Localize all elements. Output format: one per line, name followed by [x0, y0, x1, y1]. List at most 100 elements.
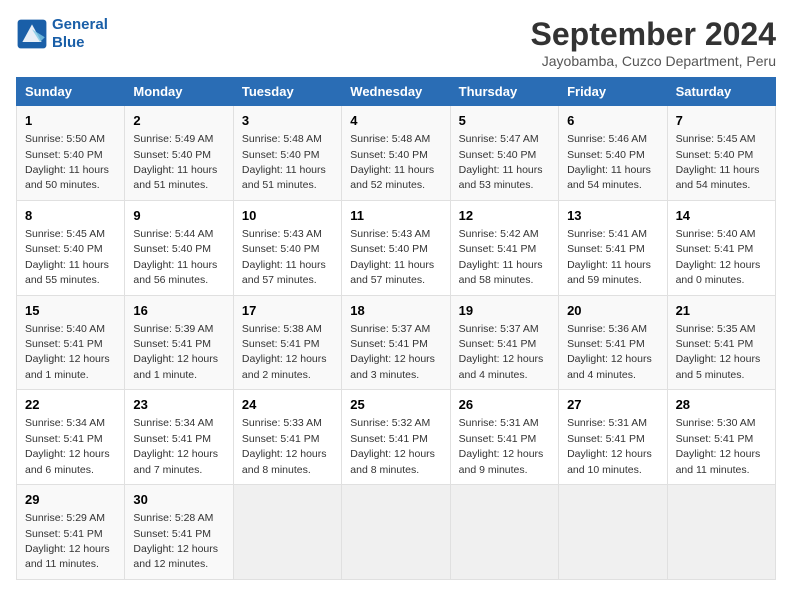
- calendar-cell: 24Sunrise: 5:33 AMSunset: 5:41 PMDayligh…: [233, 390, 341, 485]
- day-number: 8: [25, 207, 116, 225]
- day-info: Sunrise: 5:38 AMSunset: 5:41 PMDaylight:…: [242, 323, 327, 381]
- calendar-cell: [233, 485, 341, 580]
- calendar-cell: 22 Sunrise: 5:34 AMSunset: 5:41 PMDayligh…: [17, 390, 125, 485]
- calendar-cell: 30 Sunrise: 5:28 AMSunset: 5:41 PMDayligh…: [125, 485, 234, 580]
- day-info: Sunrise: 5:50 AMSunset: 5:40 PMDaylight:…: [25, 133, 109, 191]
- day-info: Sunrise: 5:42 AMSunset: 5:41 PMDaylight:…: [459, 228, 543, 286]
- title-block: September 2024 Jayobamba, Cuzco Departme…: [531, 16, 776, 69]
- day-info: Sunrise: 5:29 AMSunset: 5:41 PMDaylight:…: [25, 512, 110, 570]
- calendar-header-row: SundayMondayTuesdayWednesdayThursdayFrid…: [17, 78, 776, 106]
- day-info: Sunrise: 5:40 AMSunset: 5:41 PMDaylight:…: [25, 323, 110, 381]
- day-number: 3: [242, 112, 333, 130]
- month-title: September 2024: [531, 16, 776, 53]
- calendar-cell: 26Sunrise: 5:31 AMSunset: 5:41 PMDayligh…: [450, 390, 558, 485]
- day-number: 29: [25, 491, 116, 509]
- day-info: Sunrise: 5:34 AMSunset: 5:41 PMDaylight:…: [133, 417, 218, 475]
- day-info: Sunrise: 5:36 AMSunset: 5:41 PMDaylight:…: [567, 323, 652, 381]
- calendar-cell: 20 Sunrise: 5:36 AMSunset: 5:41 PMDayligh…: [559, 295, 668, 390]
- calendar-cell: 9 Sunrise: 5:44 AMSunset: 5:40 PMDaylight…: [125, 200, 234, 295]
- day-info: Sunrise: 5:31 AMSunset: 5:41 PMDaylight:…: [567, 417, 652, 475]
- day-info: Sunrise: 5:47 AMSunset: 5:40 PMDaylight:…: [459, 133, 543, 191]
- day-number: 19: [459, 302, 550, 320]
- day-info: Sunrise: 5:48 AMSunset: 5:40 PMDaylight:…: [242, 133, 326, 191]
- day-number: 23: [133, 396, 225, 414]
- day-info: Sunrise: 5:34 AMSunset: 5:41 PMDaylight:…: [25, 417, 110, 475]
- day-info: Sunrise: 5:46 AMSunset: 5:40 PMDaylight:…: [567, 133, 651, 191]
- calendar-cell: 17 Sunrise: 5:38 AMSunset: 5:41 PMDayligh…: [233, 295, 341, 390]
- day-number: 9: [133, 207, 225, 225]
- day-number: 17: [242, 302, 333, 320]
- day-number: 27: [567, 396, 659, 414]
- day-info: Sunrise: 5:43 AMSunset: 5:40 PMDaylight:…: [350, 228, 434, 286]
- logo-blue: Blue: [52, 34, 108, 52]
- calendar-cell: 23 Sunrise: 5:34 AMSunset: 5:41 PMDayligh…: [125, 390, 234, 485]
- calendar-cell: [342, 485, 450, 580]
- logo-icon: [16, 18, 48, 50]
- day-info: Sunrise: 5:28 AMSunset: 5:41 PMDaylight:…: [133, 512, 218, 570]
- day-number: 26: [459, 396, 550, 414]
- calendar-cell: [667, 485, 775, 580]
- calendar-cell: 15Sunrise: 5:40 AMSunset: 5:41 PMDayligh…: [17, 295, 125, 390]
- col-header-tuesday: Tuesday: [233, 78, 341, 106]
- day-number: 25: [350, 396, 441, 414]
- day-info: Sunrise: 5:49 AMSunset: 5:40 PMDaylight:…: [133, 133, 217, 191]
- calendar-cell: 4Sunrise: 5:48 AMSunset: 5:40 PMDaylight…: [342, 106, 450, 201]
- day-info: Sunrise: 5:45 AMSunset: 5:40 PMDaylight:…: [25, 228, 109, 286]
- calendar-cell: 28Sunrise: 5:30 AMSunset: 5:41 PMDayligh…: [667, 390, 775, 485]
- day-number: 7: [676, 112, 767, 130]
- calendar-cell: 2 Sunrise: 5:49 AMSunset: 5:40 PMDaylight…: [125, 106, 234, 201]
- calendar-cell: 3 Sunrise: 5:48 AMSunset: 5:40 PMDaylight…: [233, 106, 341, 201]
- location-subtitle: Jayobamba, Cuzco Department, Peru: [531, 53, 776, 69]
- day-number: 12: [459, 207, 550, 225]
- day-info: Sunrise: 5:37 AMSunset: 5:41 PMDaylight:…: [459, 323, 544, 381]
- calendar-cell: 6 Sunrise: 5:46 AMSunset: 5:40 PMDaylight…: [559, 106, 668, 201]
- calendar-cell: 21 Sunrise: 5:35 AMSunset: 5:41 PMDayligh…: [667, 295, 775, 390]
- logo-general: General: [52, 16, 108, 33]
- day-number: 22: [25, 396, 116, 414]
- day-info: Sunrise: 5:35 AMSunset: 5:41 PMDaylight:…: [676, 323, 761, 381]
- calendar-cell: 5Sunrise: 5:47 AMSunset: 5:40 PMDaylight…: [450, 106, 558, 201]
- day-number: 4: [350, 112, 441, 130]
- day-number: 13: [567, 207, 659, 225]
- calendar-cell: [559, 485, 668, 580]
- day-info: Sunrise: 5:44 AMSunset: 5:40 PMDaylight:…: [133, 228, 217, 286]
- calendar-cell: 1Sunrise: 5:50 AMSunset: 5:40 PMDaylight…: [17, 106, 125, 201]
- day-info: Sunrise: 5:33 AMSunset: 5:41 PMDaylight:…: [242, 417, 327, 475]
- logo-text: General Blue: [52, 16, 108, 52]
- day-info: Sunrise: 5:37 AMSunset: 5:41 PMDaylight:…: [350, 323, 435, 381]
- day-number: 21: [676, 302, 767, 320]
- calendar-cell: 7 Sunrise: 5:45 AMSunset: 5:40 PMDaylight…: [667, 106, 775, 201]
- calendar-cell: 27 Sunrise: 5:31 AMSunset: 5:41 PMDayligh…: [559, 390, 668, 485]
- col-header-thursday: Thursday: [450, 78, 558, 106]
- day-info: Sunrise: 5:40 AMSunset: 5:41 PMDaylight:…: [676, 228, 761, 286]
- day-info: Sunrise: 5:43 AMSunset: 5:40 PMDaylight:…: [242, 228, 326, 286]
- calendar-cell: 10 Sunrise: 5:43 AMSunset: 5:40 PMDayligh…: [233, 200, 341, 295]
- calendar-week-3: 22 Sunrise: 5:34 AMSunset: 5:41 PMDayligh…: [17, 390, 776, 485]
- calendar-week-2: 15Sunrise: 5:40 AMSunset: 5:41 PMDayligh…: [17, 295, 776, 390]
- day-number: 28: [676, 396, 767, 414]
- day-info: Sunrise: 5:41 AMSunset: 5:41 PMDaylight:…: [567, 228, 651, 286]
- calendar-table: SundayMondayTuesdayWednesdayThursdayFrid…: [16, 77, 776, 580]
- day-number: 16: [133, 302, 225, 320]
- day-info: Sunrise: 5:39 AMSunset: 5:41 PMDaylight:…: [133, 323, 218, 381]
- col-header-friday: Friday: [559, 78, 668, 106]
- day-info: Sunrise: 5:32 AMSunset: 5:41 PMDaylight:…: [350, 417, 435, 475]
- logo: General Blue: [16, 16, 108, 52]
- calendar-week-0: 1Sunrise: 5:50 AMSunset: 5:40 PMDaylight…: [17, 106, 776, 201]
- day-number: 6: [567, 112, 659, 130]
- day-number: 30: [133, 491, 225, 509]
- calendar-cell: 14 Sunrise: 5:40 AMSunset: 5:41 PMDayligh…: [667, 200, 775, 295]
- day-number: 20: [567, 302, 659, 320]
- calendar-cell: 11Sunrise: 5:43 AMSunset: 5:40 PMDayligh…: [342, 200, 450, 295]
- day-info: Sunrise: 5:45 AMSunset: 5:40 PMDaylight:…: [676, 133, 760, 191]
- col-header-sunday: Sunday: [17, 78, 125, 106]
- calendar-week-1: 8 Sunrise: 5:45 AMSunset: 5:40 PMDaylight…: [17, 200, 776, 295]
- calendar-cell: 18Sunrise: 5:37 AMSunset: 5:41 PMDayligh…: [342, 295, 450, 390]
- day-number: 14: [676, 207, 767, 225]
- calendar-cell: 19 Sunrise: 5:37 AMSunset: 5:41 PMDayligh…: [450, 295, 558, 390]
- col-header-saturday: Saturday: [667, 78, 775, 106]
- calendar-cell: 29 Sunrise: 5:29 AMSunset: 5:41 PMDayligh…: [17, 485, 125, 580]
- day-number: 2: [133, 112, 225, 130]
- day-number: 10: [242, 207, 333, 225]
- col-header-monday: Monday: [125, 78, 234, 106]
